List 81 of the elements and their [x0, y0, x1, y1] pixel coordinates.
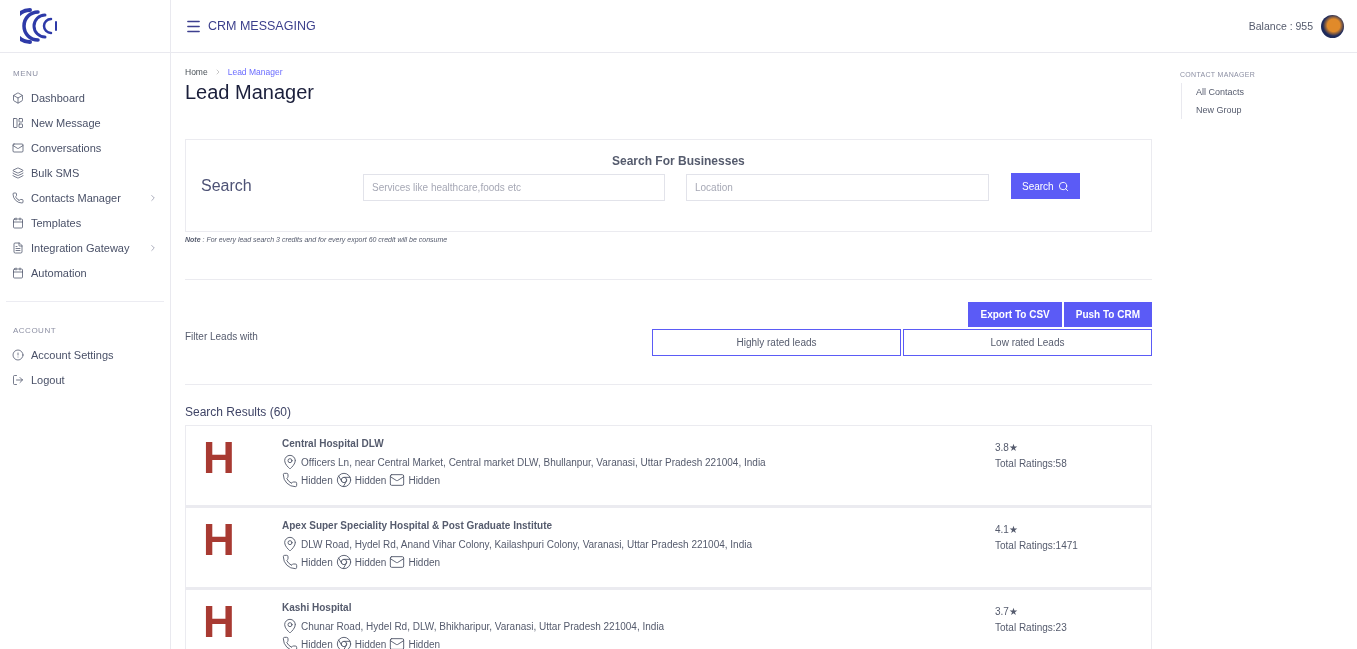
email-text: Hidden: [408, 474, 441, 486]
results-title: Search Results (60): [185, 405, 293, 419]
website-text: Hidden: [354, 556, 387, 568]
email-text: Hidden: [408, 556, 441, 568]
business-name: Kashi Hospital: [282, 602, 353, 613]
breadcrumb-link[interactable]: Lead Manager: [227, 67, 283, 77]
address-text: Officers Ln, near Central Market, Central market DLW, Bhullanpur, Varanasi, Uttar Pradesh 221004, India: [301, 456, 766, 468]
phone-text: Hidden: [301, 638, 333, 649]
map-pin-icon: [282, 536, 298, 552]
sidebar-item[interactable]: Bulk SMS: [0, 160, 170, 185]
panel-link[interactable]: All Contacts: [1196, 83, 1357, 101]
breadcrumb-link[interactable]: Home: [185, 67, 208, 77]
logo-icon: [20, 6, 58, 46]
globe-icon: [335, 636, 352, 649]
filter-label: Filter Leads with: [185, 331, 258, 342]
address-text: Chunar Road, Hydel Rd, DLW, Bhikharipur, Varanasi, Uttar Pradesh 221004, India: [301, 620, 665, 632]
sidebar-item[interactable]: Templates: [0, 210, 170, 235]
map-pin-icon: [282, 618, 298, 634]
letter-logo: H: [203, 438, 236, 484]
search-button[interactable]: Search: [1011, 173, 1080, 199]
search-subheading: Search For Businesses: [612, 154, 745, 168]
sidebar-item[interactable]: Contacts Manager: [0, 185, 170, 210]
phone-icon: [282, 554, 298, 570]
filter-option[interactable]: Low rated Leads: [903, 329, 1152, 356]
page-title: Lead Manager: [185, 81, 315, 104]
avatar[interactable]: [1321, 14, 1344, 38]
panel-link[interactable]: New Group: [1196, 101, 1357, 119]
mail-icon: [389, 472, 406, 488]
menu-item-icon: [12, 373, 24, 386]
sidebar-item[interactable]: New Message: [0, 110, 170, 135]
email-text: Hidden: [408, 638, 441, 649]
website-text: Hidden: [354, 638, 387, 649]
total-ratings-text: Total Ratings:58: [995, 458, 1068, 469]
service-input[interactable]: Services like healthcare,foods etc: [363, 174, 665, 201]
action-button[interactable]: Export To CSV: [968, 302, 1062, 327]
sidebar-item[interactable]: Logout: [0, 367, 170, 392]
business-name: Central Hospital DLW: [282, 438, 385, 449]
phone-text: Hidden: [301, 474, 333, 486]
menu-item-icon: [12, 216, 24, 229]
section-title: MENU: [12, 69, 40, 78]
section-title: ACCOUNT: [12, 326, 58, 335]
sidebar-item[interactable]: Conversations: [0, 135, 170, 160]
menu-item-icon: [12, 116, 24, 129]
menu-item-icon: [12, 191, 24, 204]
chevron-right-icon: [148, 192, 158, 203]
sidebar-item[interactable]: Dashboard: [0, 85, 170, 110]
menu-item-icon: [12, 166, 24, 179]
total-ratings-text: Total Ratings:1471: [995, 540, 1079, 551]
globe-icon: [335, 554, 352, 570]
phone-icon: [282, 472, 298, 488]
total-ratings-text: Total Ratings:23: [995, 622, 1068, 633]
location-input[interactable]: Location: [686, 174, 989, 201]
website-text: Hidden: [354, 474, 387, 486]
search-icon: [1057, 180, 1069, 192]
search-heading: Search: [201, 176, 253, 195]
menu-item-icon: [12, 91, 24, 104]
rating-text: 4.1★: [995, 524, 1019, 535]
mail-icon: [389, 554, 406, 570]
balance-text: Balance : 955: [1248, 20, 1313, 32]
sidebar-item[interactable]: Integration Gateway: [0, 235, 170, 260]
globe-icon: [335, 472, 352, 488]
menu-item-icon: [12, 348, 24, 361]
rating-text: 3.8★: [995, 442, 1019, 453]
business-name: Apex Super Speciality Hospital & Post Graduate Institute: [282, 520, 554, 531]
sidebar-item[interactable]: Account Settings: [0, 342, 170, 367]
phone-text: Hidden: [301, 556, 333, 568]
address-text: DLW Road, Hydel Rd, Anand Vihar Colony, Kailashpuri Colony, Varanasi, Uttar Pradesh 221004, India: [301, 538, 752, 550]
phone-icon: [282, 636, 298, 649]
app-title: CRM MESSAGING: [208, 19, 316, 33]
filter-option[interactable]: Highly rated leads: [652, 329, 901, 356]
menu-item-icon: [12, 241, 24, 254]
rating-text: 3.7★: [995, 606, 1019, 617]
menu-item-icon: [12, 141, 24, 154]
action-button[interactable]: Push To CRM: [1063, 302, 1152, 327]
map-pin-icon: [282, 454, 298, 470]
menu-item-icon: [12, 266, 24, 279]
mail-icon: [389, 636, 406, 649]
sidebar-item[interactable]: Automation: [0, 260, 170, 285]
letter-logo: H: [203, 520, 236, 566]
chevron-right-icon: [148, 242, 158, 253]
letter-logo: H: [203, 602, 236, 648]
